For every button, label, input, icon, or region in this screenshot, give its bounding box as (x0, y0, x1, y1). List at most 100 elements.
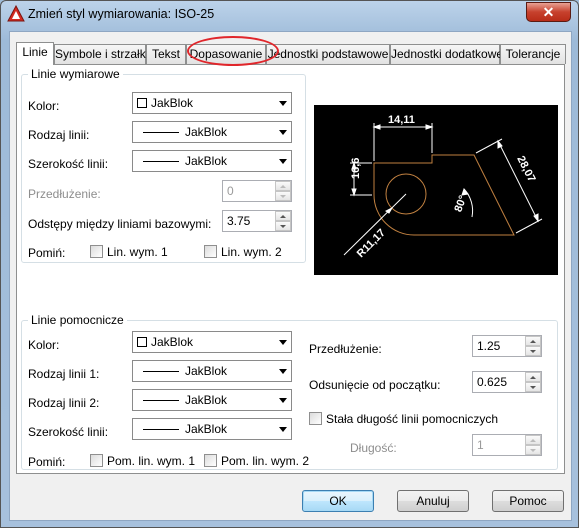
dim-lineweight-select[interactable]: JakBlok (132, 150, 292, 172)
ext-linetype2-select[interactable]: JakBlok (132, 389, 292, 411)
ext-extend-label: Przedłużenie: (309, 342, 382, 356)
chevron-down-icon (279, 130, 287, 135)
spin-up-icon[interactable] (275, 211, 291, 221)
autocad-app-icon (7, 5, 25, 22)
lineweight-preview (143, 429, 179, 430)
tab-page-linie: Linie wymiarowe Kolor: JakBlok Rodzaj li… (16, 64, 565, 474)
dim-color-value: JakBlok (151, 96, 194, 110)
suppress-dim-line-1-label: Lin. wym. 1 (107, 245, 168, 259)
dialog-client: Linie Symbole i strzałki Tekst Dopasowan… (9, 31, 572, 521)
dim-radius-text: R11,17 (355, 227, 388, 260)
spin-up-icon[interactable] (525, 372, 541, 382)
ext-lineweight-label: Szerokość linii: (28, 425, 109, 439)
checkbox-box[interactable] (90, 454, 103, 467)
cancel-button[interactable]: Anuluj (397, 490, 469, 512)
chevron-down-icon (279, 369, 287, 374)
ext-linetype1-select[interactable]: JakBlok (132, 360, 292, 382)
ext-lineweight-value: JakBlok (185, 422, 228, 436)
group-title-dimension-lines: Linie wymiarowe (28, 67, 123, 81)
ext-length-value: 1 (477, 438, 484, 452)
ext-suppress-label: Pomiń: (28, 455, 66, 469)
ext-offset-label: Odsunięcie od początku: (309, 378, 441, 392)
spin-down-icon[interactable] (525, 382, 541, 392)
suppress-ext-line-1-label: Pom. lin. wym. 1 (107, 454, 196, 468)
dim-linetype-value: JakBlok (185, 125, 228, 139)
spin-down-icon[interactable] (525, 346, 541, 356)
tab-tolerancje[interactable]: Tolerancje (500, 44, 566, 64)
ext-offset-value: 0.625 (477, 375, 508, 389)
spin-down-icon[interactable] (525, 445, 541, 455)
chevron-down-icon (279, 101, 287, 106)
spin-down-icon[interactable] (275, 191, 291, 201)
ext-color-label: Kolor: (28, 338, 60, 352)
dim-top-text: 14,11 (388, 114, 415, 126)
spin-up-icon[interactable] (525, 435, 541, 445)
fixed-length-label: Stała długość linii pomocniczych (326, 412, 499, 426)
group-title-extension-lines: Linie pomocnicze (28, 313, 127, 327)
tab-jednostki-podstawowe[interactable]: Jednostki podstawowe (266, 44, 390, 64)
spin-up-icon[interactable] (525, 336, 541, 346)
suppress-dim-line-2-label: Lin. wym. 2 (221, 245, 282, 259)
chevron-down-icon (279, 159, 287, 164)
dim-lineweight-value: JakBlok (185, 154, 228, 168)
suppress-ext-line-1-checkbox[interactable]: Pom. lin. wym. 1 (90, 454, 200, 468)
preview-geometry (373, 154, 515, 236)
ext-linetype1-label: Rodzaj linii 1: (28, 367, 100, 381)
suppress-ext-line-2-label: Pom. lin. wym. 2 (221, 454, 310, 468)
dim-linetype-select[interactable]: JakBlok (132, 121, 292, 143)
close-button[interactable]: ✕ (526, 2, 571, 22)
dim-extend-value: 0 (227, 184, 234, 198)
window-title: Zmień styl wymiarowania: ISO-25 (28, 7, 215, 21)
ext-length-spinner[interactable]: 1 (472, 434, 542, 456)
dim-suppress-label: Pomiń: (28, 246, 66, 260)
ext-linetype2-value: JakBlok (185, 393, 228, 407)
dim-color-label: Kolor: (28, 99, 60, 113)
checkbox-box[interactable] (90, 245, 103, 258)
suppress-dim-line-1-checkbox[interactable]: Lin. wym. 1 (90, 245, 180, 259)
suppress-ext-line-2-checkbox[interactable]: Pom. lin. wym. 2 (204, 454, 314, 468)
ext-color-value: JakBlok (151, 335, 194, 349)
dimension-preview: 14,11 16,6 28,07 80° R11,17 (314, 105, 558, 275)
group-dimension-lines: Linie wymiarowe Kolor: JakBlok Rodzaj li… (21, 67, 306, 263)
ext-linetype1-value: JakBlok (185, 364, 228, 378)
close-icon: ✕ (542, 4, 555, 20)
checkbox-box[interactable] (204, 454, 217, 467)
group-extension-lines: Linie pomocnicze Kolor: JakBlok Rodzaj l… (21, 313, 558, 470)
ext-color-select[interactable]: JakBlok (132, 331, 292, 353)
checkbox-box[interactable] (309, 412, 322, 425)
lineweight-preview (143, 161, 179, 162)
dim-baseline-spinner[interactable]: 3.75 (222, 210, 292, 232)
tab-jednostki-dodatkowe[interactable]: Jednostki dodatkowe (390, 44, 503, 64)
linetype-preview (143, 132, 179, 133)
color-swatch (137, 98, 147, 108)
linetype-preview (143, 371, 179, 372)
dim-left-text: 16,6 (350, 158, 362, 179)
checkbox-box[interactable] (204, 245, 217, 258)
dim-baseline-value: 3.75 (227, 214, 251, 228)
ext-linetype2-label: Rodzaj linii 2: (28, 396, 100, 410)
dim-lineweight-label: Szerokość linii: (28, 157, 109, 171)
suppress-dim-line-2-checkbox[interactable]: Lin. wym. 2 (204, 245, 294, 259)
linetype-preview (143, 400, 179, 401)
dim-angle-text: 80° (452, 194, 469, 214)
tab-tekst[interactable]: Tekst (146, 44, 186, 64)
chevron-down-icon (279, 427, 287, 432)
chevron-down-icon (279, 398, 287, 403)
fixed-length-checkbox[interactable]: Stała długość linii pomocniczych (309, 412, 509, 426)
dim-extend-label: Przedłużenie: (28, 187, 101, 201)
spin-up-icon[interactable] (275, 181, 291, 191)
title-bar[interactable]: Zmień styl wymiarowania: ISO-25 ✕ (1, 1, 578, 29)
spin-down-icon[interactable] (275, 221, 291, 231)
ext-lineweight-select[interactable]: JakBlok (132, 418, 292, 440)
tab-linie[interactable]: Linie (16, 42, 54, 65)
chevron-down-icon (279, 340, 287, 345)
ok-button[interactable]: OK (302, 490, 374, 512)
color-swatch (137, 337, 147, 347)
ext-extend-spinner[interactable]: 1.25 (472, 335, 542, 357)
dim-color-select[interactable]: JakBlok (132, 92, 292, 114)
ext-offset-spinner[interactable]: 0.625 (472, 371, 542, 393)
tab-symbole[interactable]: Symbole i strzałki (54, 44, 148, 64)
help-button[interactable]: Pomoc (492, 490, 564, 512)
dim-extend-spinner[interactable]: 0 (222, 180, 292, 202)
ext-extend-value: 1.25 (477, 339, 501, 353)
